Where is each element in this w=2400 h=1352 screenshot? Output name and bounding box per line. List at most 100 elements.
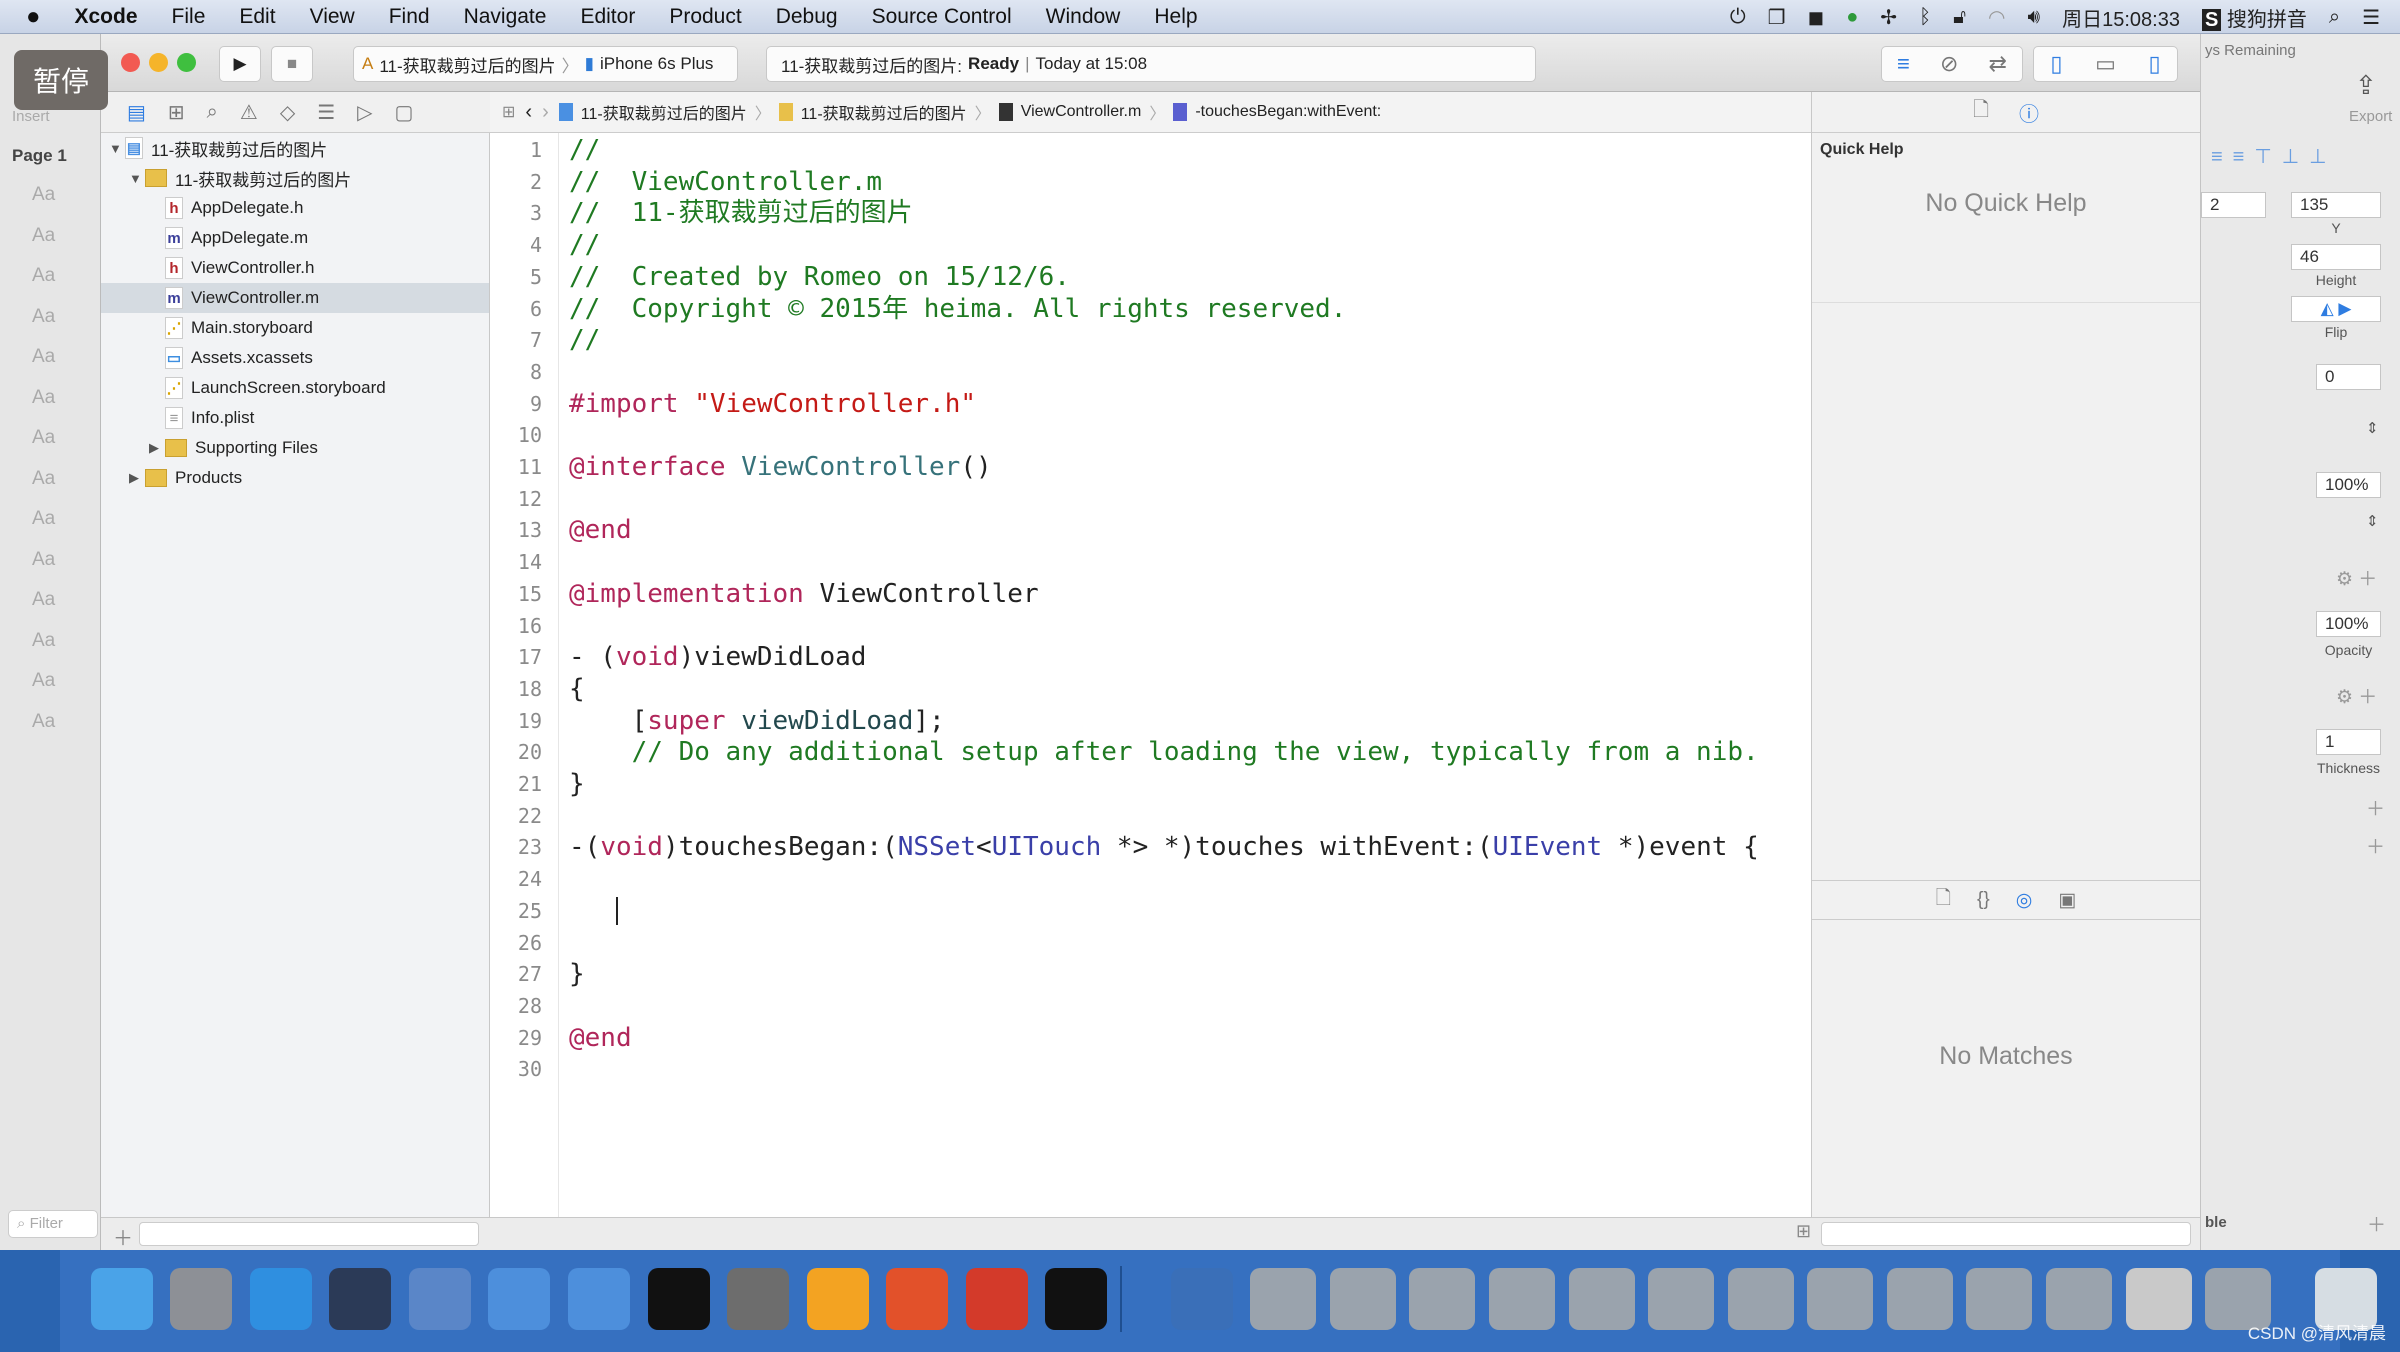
dock-parallels-icon[interactable] [965, 1268, 1028, 1330]
utilities-toggle-icon[interactable]: ▯ [2149, 51, 2161, 77]
back-button[interactable]: ‹ [525, 101, 532, 124]
dock-window-icon[interactable] [2045, 1268, 2112, 1330]
add-file-button[interactable]: ＋ [113, 1222, 133, 1251]
navigator-item[interactable]: ▼ 11-获取裁剪过后的图片 [101, 163, 489, 193]
dock-safari-icon[interactable] [249, 1268, 312, 1330]
code-line[interactable]: ​ [569, 928, 1787, 960]
code-line[interactable]: ​ [569, 357, 1787, 389]
code-line[interactable]: -(void)touchesBegan:(NSSet<UITouch *> *)… [569, 832, 1787, 864]
fill-settings-icon[interactable]: ⚙ ＋ [2336, 564, 2377, 591]
stop-button[interactable]: ■ [271, 46, 313, 82]
text-style-item[interactable]: Aa [32, 346, 55, 368]
menu-help[interactable]: Help [1137, 5, 1214, 29]
text-style-item[interactable]: Aa [32, 387, 55, 409]
dock-sketch-icon[interactable] [806, 1268, 869, 1330]
forward-button[interactable]: › [542, 101, 549, 124]
jump-bar-item[interactable]: -touchesBegan:withEvent: [1195, 103, 1381, 121]
library-filter-input[interactable] [1821, 1222, 2191, 1246]
clock[interactable]: 周日15:08:33 [2062, 3, 2180, 32]
breakpoint-navigator-icon[interactable]: ▷ [357, 100, 372, 125]
dock-terminal-icon[interactable] [647, 1268, 710, 1330]
alignment-icons[interactable]: ≡≡⊤⊥⊥ [2211, 144, 2337, 169]
menu-edit[interactable]: Edit [222, 5, 292, 29]
navigator-item[interactable]: h AppDelegate.h [101, 193, 489, 223]
test-navigator-icon[interactable]: ◇ [280, 100, 295, 125]
dock-system-preferences-icon[interactable] [727, 1268, 790, 1330]
screen-icon[interactable]: ❐ [1768, 5, 1786, 30]
navigator-toggle-icon[interactable]: ▯ [2050, 51, 2062, 77]
menu-file[interactable]: File [155, 5, 223, 29]
jump-bar-item[interactable]: 11-获取裁剪过后的图片 [801, 100, 967, 124]
file-template-icon[interactable]: 🗋︎ [1936, 884, 1951, 916]
text-style-item[interactable]: Aa [32, 589, 55, 611]
code-line[interactable]: ​ [569, 611, 1787, 643]
source-editor[interactable]: 1 2 3 4 5 6 7 8 9 10 11 12 13 14 15 16 17 18 19 20 21 22 23 24 2… [490, 133, 1811, 1217]
code-line[interactable]: // 11-获取裁剪过后的图片 [569, 198, 1787, 230]
code-line[interactable]: @end [569, 1023, 1787, 1055]
project-navigator-icon[interactable]: ▤ [127, 100, 146, 125]
code-text[interactable]: //// ViewController.m// 11-获取裁剪过后的图片////… [569, 135, 1787, 1086]
file-inspector-icon[interactable]: 🗋︎ [1973, 95, 1989, 129]
text-style-item[interactable]: Aa [32, 508, 55, 530]
navigator-item[interactable]: h ViewController.h [101, 253, 489, 283]
pause-overlay[interactable]: 暂停 [14, 50, 108, 110]
zoom-window-button[interactable] [177, 53, 196, 72]
text-style-item[interactable]: Aa [32, 427, 55, 449]
dock-mouse-icon[interactable] [329, 1268, 392, 1330]
text-style-item[interactable]: Aa [32, 265, 55, 287]
dock-window-icon[interactable] [1966, 1268, 2033, 1330]
code-line[interactable]: @implementation ViewController [569, 579, 1787, 611]
stepper-icon[interactable]: ⇕ [2366, 419, 2379, 437]
dock-window-icon[interactable] [1568, 1268, 1635, 1330]
x-field[interactable]: 2 [2201, 192, 2266, 218]
dock-instruments-icon[interactable] [567, 1268, 630, 1330]
standard-editor-icon[interactable]: ≡ [1897, 51, 1910, 77]
dock-keynote-icon[interactable] [408, 1268, 471, 1330]
add-inner-shadow-icon[interactable]: ＋ [2366, 832, 2385, 859]
page-label[interactable]: Page 1 [12, 146, 67, 166]
code-line[interactable]: @end [569, 515, 1787, 547]
minimize-window-button[interactable] [149, 53, 168, 72]
y-field[interactable]: 135 [2291, 192, 2381, 218]
navigator-item[interactable]: ≡ Info.plist [101, 403, 489, 433]
navigator-filter-input[interactable] [139, 1222, 479, 1246]
code-line[interactable]: // Do any additional setup after loading… [569, 737, 1787, 769]
navigator-item[interactable]: m AppDelegate.m [101, 223, 489, 253]
export-label[interactable]: Export [2349, 108, 2392, 125]
text-style-item[interactable]: Aa [32, 184, 55, 206]
grid-view-icon[interactable]: ⊞ [1796, 1221, 1811, 1242]
code-line[interactable]: // ViewController.m [569, 167, 1787, 199]
disclosure-open-icon[interactable]: ▼ [129, 171, 145, 186]
dock-window-icon[interactable] [1886, 1268, 1953, 1330]
jump-bar-item[interactable]: ViewController.m [1021, 103, 1142, 121]
height-field[interactable]: 46 [2291, 244, 2381, 270]
code-line[interactable]: @interface ViewController() [569, 452, 1787, 484]
menu-navigate[interactable]: Navigate [447, 5, 564, 29]
close-window-button[interactable] [121, 53, 140, 72]
dock-finder-icon[interactable] [90, 1268, 153, 1330]
object-library-icon[interactable]: ◎ [2016, 889, 2033, 912]
input-method[interactable]: S 搜狗拼音 [2201, 3, 2307, 32]
bluetooth-icon[interactable]: ᛒ [1919, 6, 1931, 29]
rotation-field[interactable]: 0 [2316, 364, 2381, 390]
wifi-icon[interactable]: ◠ [1988, 5, 2005, 30]
spotlight-icon[interactable]: ⌕ [2329, 6, 2340, 29]
text-style-item[interactable]: Aa [32, 630, 55, 652]
text-style-item[interactable]: Aa [32, 306, 55, 328]
code-line[interactable] [569, 896, 1787, 928]
related-items-icon[interactable]: ⊞ [502, 102, 515, 122]
menu-source-control[interactable]: Source Control [855, 5, 1029, 29]
navigator-item[interactable]: m ViewController.m [101, 283, 489, 313]
navigator-item[interactable]: ⋰ Main.storyboard [101, 313, 489, 343]
symbol-navigator-icon[interactable]: ⊞ [168, 100, 185, 125]
fan-icon[interactable]: ✢ [1880, 5, 1897, 30]
navigator-item[interactable]: ▶ Products [101, 463, 489, 493]
disclosure-open-icon[interactable]: ▼ [109, 141, 125, 156]
assistant-editor-icon[interactable]: ⊘ [1940, 51, 1958, 77]
jump-bar-item[interactable]: 11-获取裁剪过后的图片 [581, 100, 747, 124]
navigator-item[interactable]: ▶ Supporting Files [101, 433, 489, 463]
menu-editor[interactable]: Editor [563, 5, 652, 29]
menu-product[interactable]: Product [652, 5, 758, 29]
code-line[interactable]: // Created by Romeo on 15/12/6. [569, 262, 1787, 294]
navigator-item[interactable]: ▼ ▤ 11-获取裁剪过后的图片 [101, 133, 489, 163]
